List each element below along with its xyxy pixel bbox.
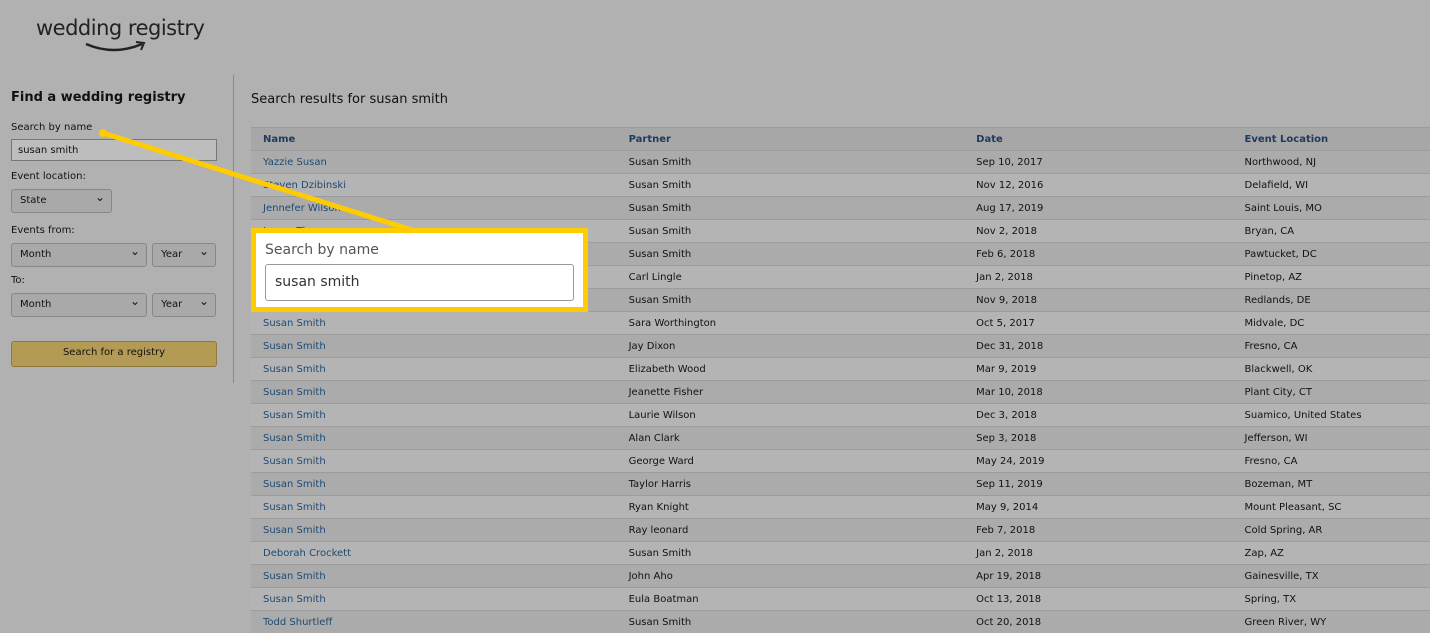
callout-pointer — [0, 0, 1430, 620]
callout-label: Search by name — [265, 242, 379, 258]
callout-zoom: Search by name susan smith — [251, 228, 588, 312]
callout-search-input: susan smith — [265, 264, 574, 301]
